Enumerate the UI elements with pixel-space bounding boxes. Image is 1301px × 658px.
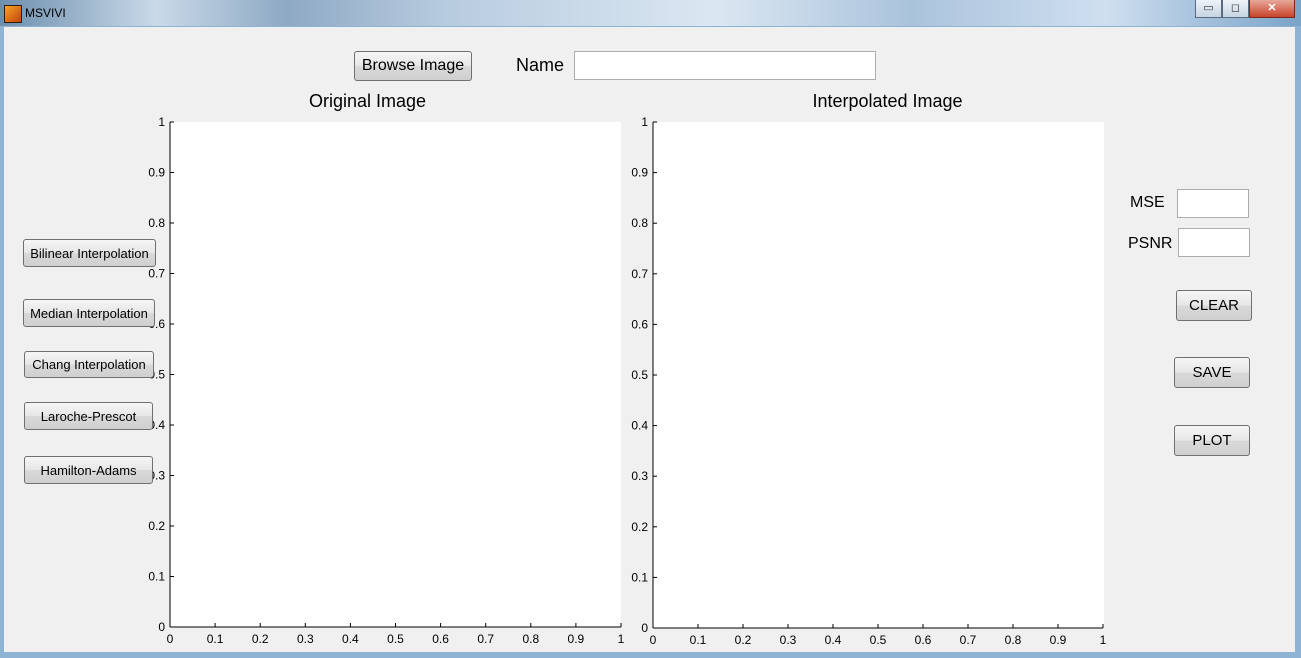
x-tick-label: 0.5 [870,633,887,647]
bilinear-interpolation-button[interactable]: Bilinear Interpolation [23,239,156,267]
y-tick-label: 0.8 [631,216,648,230]
y-tick-label: 0.3 [631,469,648,483]
chang-interpolation-button[interactable]: Chang Interpolation [24,351,154,378]
y-tick-label: 0.2 [631,520,648,534]
close-button[interactable]: ✕ [1249,0,1295,18]
x-tick-label: 0.9 [1050,633,1067,647]
window-title: MSVIVI [25,6,66,20]
psnr-field[interactable] [1178,228,1250,257]
y-tick-label: 0 [641,621,648,635]
x-tick-label: 0.1 [690,633,707,647]
x-tick-label: 0.2 [735,633,752,647]
x-tick-label: 0.7 [960,633,977,647]
plot-button[interactable]: PLOT [1174,425,1250,456]
x-tick-label: 0.8 [1005,633,1022,647]
y-tick-label: 0.4 [631,419,648,433]
hamilton-adams-button[interactable]: Hamilton-Adams [24,456,153,484]
y-tick-label: 0.7 [631,267,648,281]
maximize-button[interactable]: ◻ [1222,0,1249,18]
x-tick-label: 0.6 [915,633,932,647]
figure-window: Browse Image Name Original Image Interpo… [4,27,1295,652]
interpolated-image-axis-frame: 0 0.1 0.2 0.3 0.4 0.5 0.6 0.7 0.8 0.9 1 0 0.1 0.2 0.3 0… [631,115,1107,647]
save-button[interactable]: SAVE [1174,357,1250,388]
minimize-button[interactable]: ▭ [1195,0,1222,18]
y-tick-label: 1 [641,115,648,129]
matlab-icon [4,5,22,23]
x-tick-label: 1 [1100,633,1107,647]
y-tick-label: 0.5 [631,368,648,382]
x-tick-label: 0.4 [825,633,842,647]
x-tick-label: 0 [650,633,657,647]
median-interpolation-button[interactable]: Median Interpolation [23,299,155,327]
y-tick-label: 0.1 [631,570,648,584]
title-bar[interactable]: MSVIVI ▭ ◻ ✕ [0,0,1301,26]
clear-button[interactable]: CLEAR [1176,290,1252,321]
x-tick-label: 0.3 [780,633,797,647]
psnr-label: PSNR [1128,235,1173,252]
y-tick-label: 0.6 [631,317,648,331]
laroche-prescot-button[interactable]: Laroche-Prescot [24,402,153,430]
y-tick-label: 0.9 [631,166,648,180]
mse-label: MSE [1130,194,1165,211]
mse-field[interactable] [1177,189,1249,218]
